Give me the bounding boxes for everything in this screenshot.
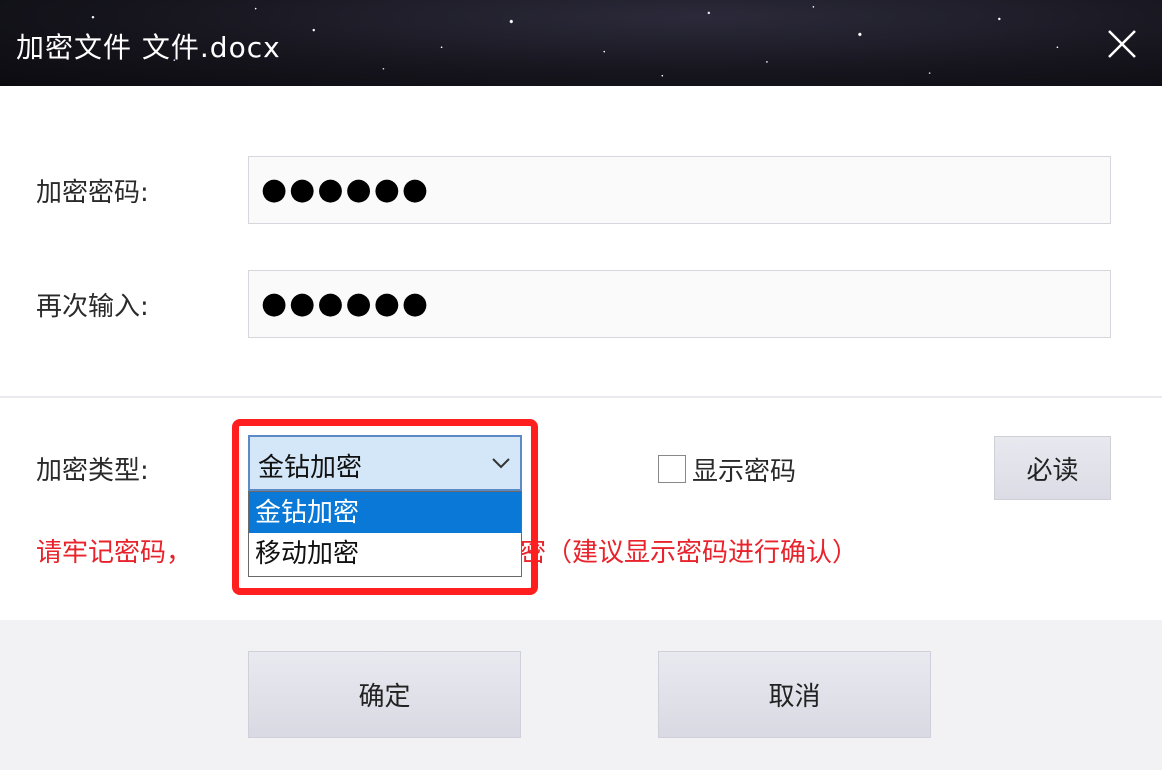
show-password-checkbox[interactable] [658,455,686,483]
confirm-password-input[interactable]: ●●●●●● [248,270,1111,338]
window-title: 加密文件 文件.docx [16,31,281,64]
cancel-button[interactable]: 取消 [658,651,931,738]
warning-suffix: 密（建议显示密码进行确认） [520,538,859,568]
dialog-footer: 确定 取消 [0,620,1162,770]
warning-prefix: 请牢记密码， [36,538,193,568]
password-input[interactable]: ●●●●●● [248,156,1111,224]
dropdown-option-gold-diamond[interactable]: 金钻加密 [249,492,521,533]
dropdown-option-mobile[interactable]: 移动加密 [249,533,521,574]
confirm-password-label: 再次输入: [36,292,149,322]
encryption-type-selected-value: 金钻加密 [258,453,363,483]
chevron-down-icon [490,455,512,471]
encryption-type-select[interactable]: 金钻加密 [248,435,522,491]
title-bar[interactable]: 加密文件 文件.docx [0,0,1162,86]
password-label: 加密密码: [36,178,149,208]
close-icon [1108,30,1136,58]
must-read-button[interactable]: 必读 [994,436,1111,500]
encryption-type-dropdown-list: 金钻加密 移动加密 [248,491,522,577]
encryption-type-label: 加密类型: [36,456,149,486]
encrypt-file-dialog: 加密文件 文件.docx 加密密码: ●●●●●● 再次输入: ●●●●●● 加… [0,0,1162,770]
password-section: 加密密码: ●●●●●● 再次输入: ●●●●●● [0,86,1162,396]
show-password-toggle[interactable]: 显示密码 [658,454,796,487]
encryption-type-section: 加密类型: 请牢记密码， 密（建议显示密码进行确认） 金钻加密 金钻加密 移动加密… [0,398,1162,620]
show-password-label: 显示密码 [692,456,797,487]
ok-button[interactable]: 确定 [248,651,521,738]
close-button[interactable] [1106,28,1138,60]
